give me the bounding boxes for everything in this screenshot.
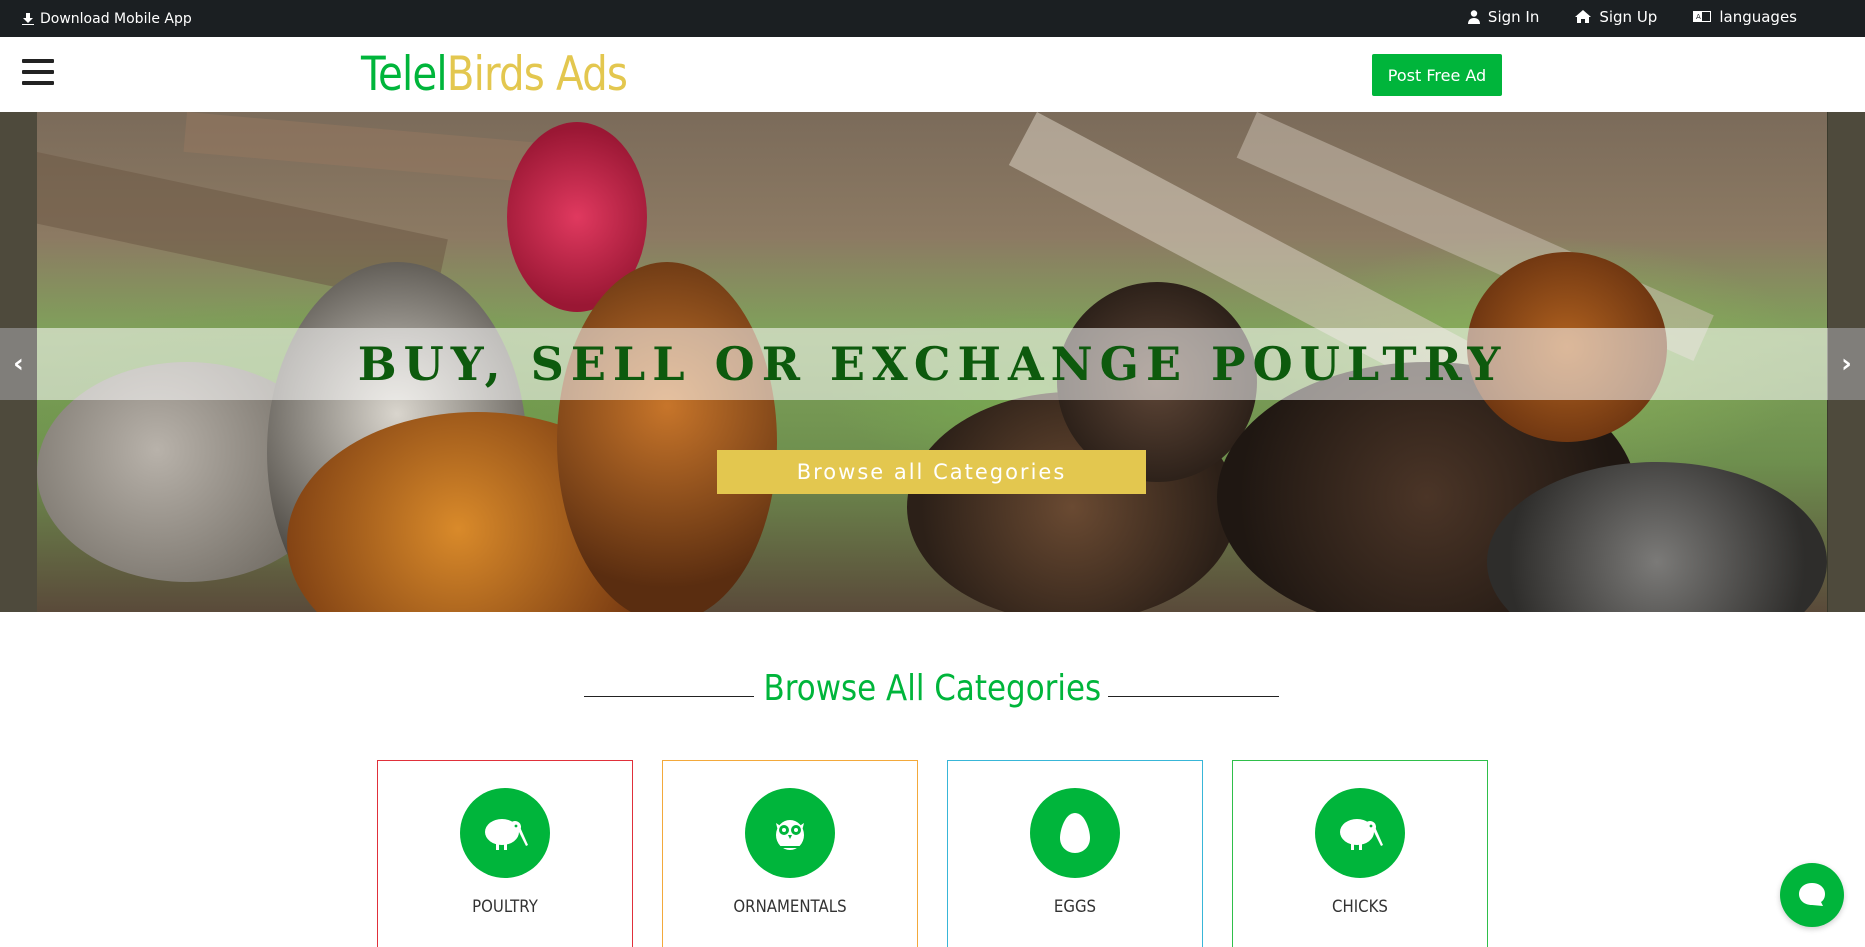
browse-all-categories-button[interactable]: Browse all Categories <box>717 450 1146 494</box>
sign-in-label: Sign In <box>1487 7 1540 26</box>
category-card-eggs[interactable]: EGGS <box>947 760 1203 947</box>
sign-in-link[interactable]: Sign In <box>1467 7 1540 26</box>
logo-text-part1: Telel <box>361 47 448 102</box>
hero-headline: BUY, SELL OR EXCHANGE POULTRY <box>357 337 1508 391</box>
sign-up-link[interactable]: Sign Up <box>1575 8 1657 26</box>
category-card-ornamentals[interactable]: ORNAMENTALS <box>662 760 918 947</box>
post-free-ad-button[interactable]: Post Free Ad <box>1372 54 1502 96</box>
categories-title: Browse All Categories <box>763 668 1102 709</box>
category-card-poultry[interactable]: POULTRY <box>377 760 633 947</box>
categories-heading: Browse All Categories <box>0 668 1865 709</box>
category-label-ornamentals: ORNAMENTALS <box>733 897 847 917</box>
hero-carousel: BUY, SELL OR EXCHANGE POULTRY Browse all… <box>0 112 1865 612</box>
egg-icon <box>1030 788 1120 878</box>
category-card-chicks[interactable]: CHICKS <box>1232 760 1488 947</box>
svg-text:A: A <box>1696 13 1701 21</box>
carousel-next-arrow-icon[interactable]: › <box>1828 328 1865 400</box>
account-links: Sign In Sign Up A languages <box>1467 0 1797 33</box>
kiwi-bird-icon <box>1315 788 1405 878</box>
sign-up-label: Sign Up <box>1599 7 1658 26</box>
site-logo[interactable]: TelelBirds Ads <box>361 47 628 102</box>
download-mobile-app-link[interactable]: Download Mobile App <box>22 0 192 37</box>
heading-rule-right <box>1108 696 1279 697</box>
languages-label: languages <box>1719 7 1797 26</box>
languages-link[interactable]: A languages <box>1693 8 1797 26</box>
category-label-chicks: CHICKS <box>1332 897 1388 917</box>
top-bar: Download Mobile App Sign In Sign Up A la… <box>0 0 1865 37</box>
download-icon <box>22 12 34 25</box>
category-label-poultry: POULTRY <box>472 897 538 917</box>
chat-icon <box>1799 883 1825 906</box>
user-icon <box>1467 9 1480 24</box>
hamburger-menu-icon[interactable] <box>22 59 54 87</box>
owl-icon <box>745 788 835 878</box>
language-icon: A <box>1693 11 1712 22</box>
logo-text-part2: Birds Ads <box>446 47 628 102</box>
home-icon <box>1575 10 1592 23</box>
kiwi-bird-icon <box>460 788 550 878</box>
site-header: TelelBirds Ads Post Free Ad <box>0 37 1865 112</box>
carousel-prev-arrow-icon[interactable]: ‹ <box>0 328 37 400</box>
chat-bubble-button[interactable] <box>1780 863 1844 927</box>
category-label-eggs: EGGS <box>1053 897 1097 917</box>
download-label: Download Mobile App <box>40 10 192 27</box>
